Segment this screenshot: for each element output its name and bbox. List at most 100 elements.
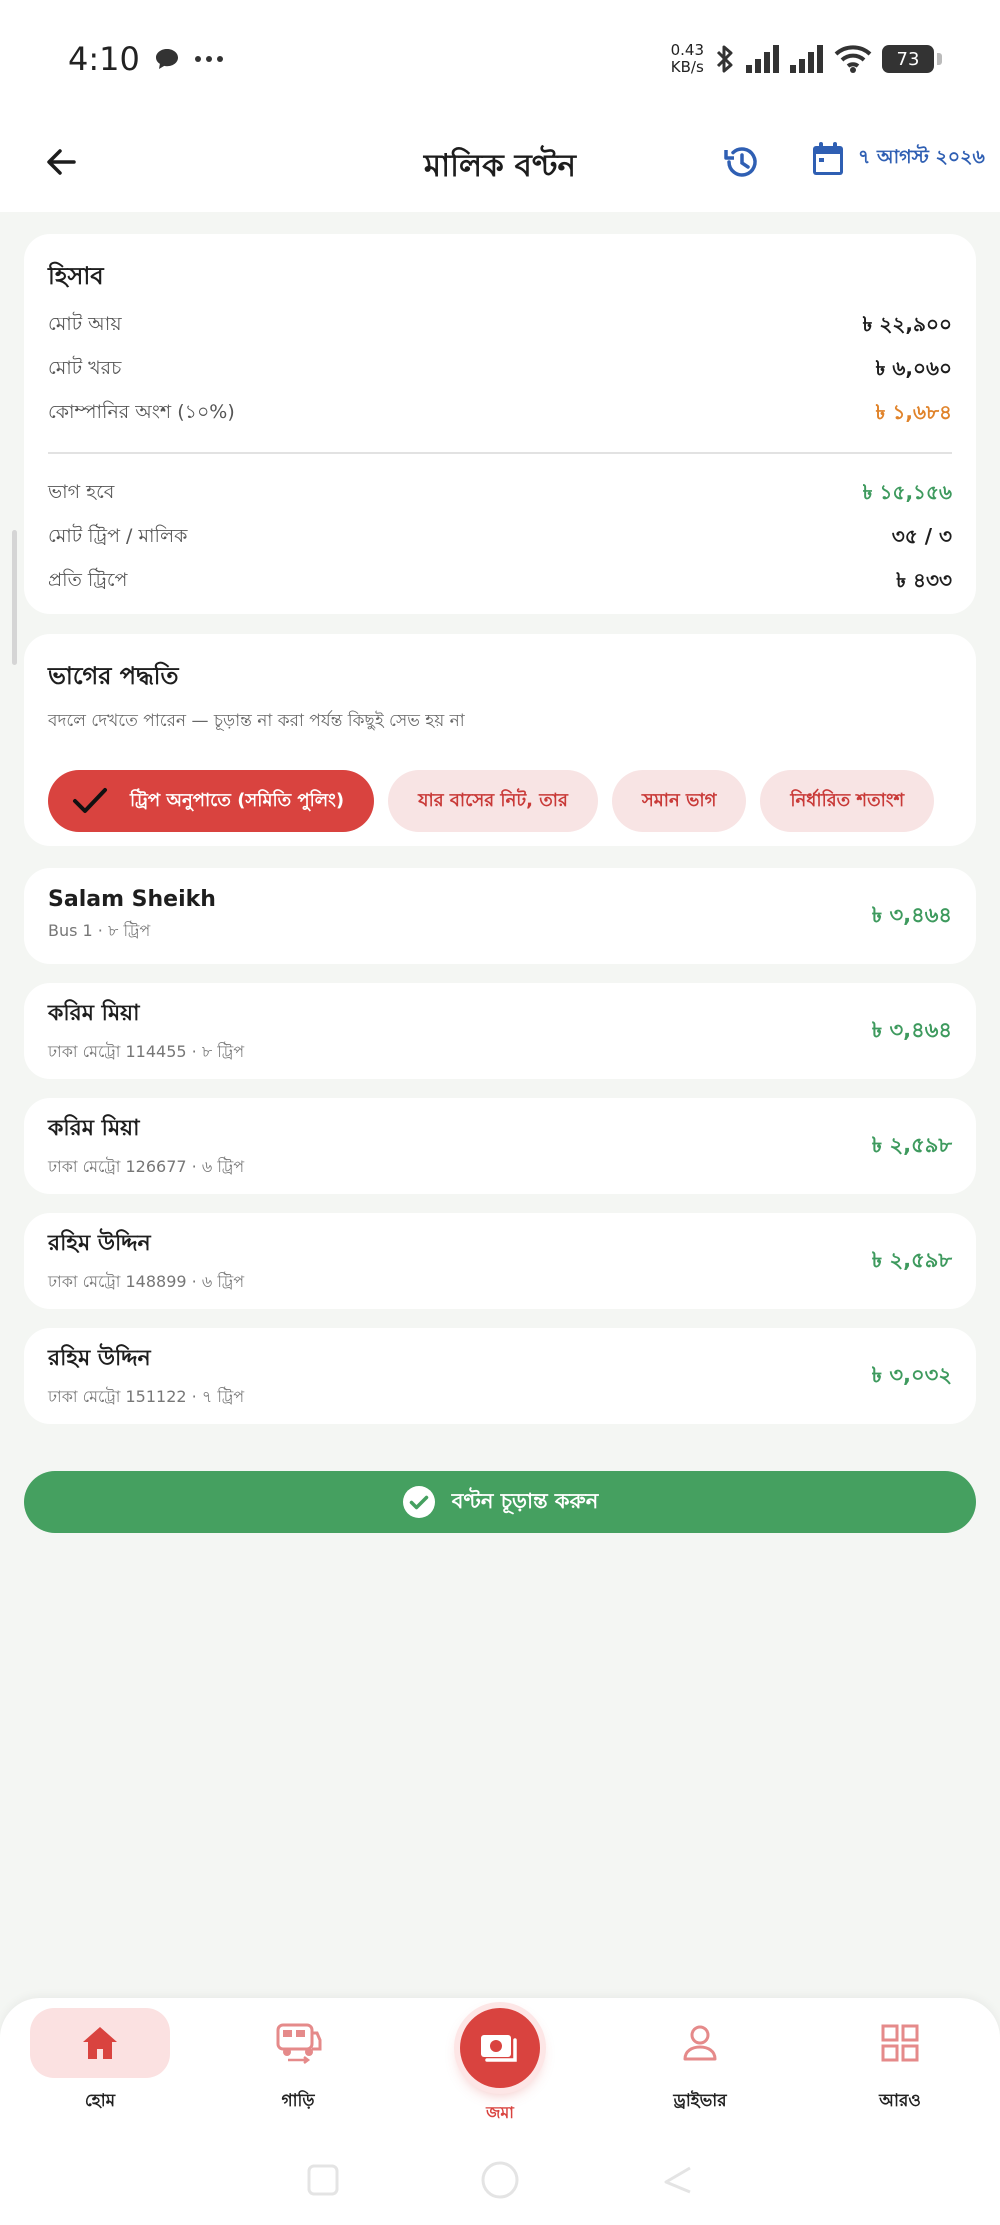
signal-icon <box>746 45 779 73</box>
summary-row-label: প্রতি ট্রিপে <box>48 569 128 591</box>
grid-icon <box>881 2024 919 2062</box>
home-circle-icon[interactable] <box>480 2160 520 2200</box>
nav-label: হোম <box>84 2091 116 2111</box>
signal-icon-2 <box>790 45 823 73</box>
owner-info: রহিম উদ্দিন ঢাকা মেট্রো 148899 · ৬ ট্রিপ <box>48 1226 244 1296</box>
owner-amount: ৳ ২,৫৯৮ <box>871 1132 952 1157</box>
summary-row-label: মোট খরচ <box>48 357 122 379</box>
owner-amount: ৳ ৩,৪৬৪ <box>871 902 952 927</box>
method-option-label: ট্রিপ অনুপাতে (সমিতি পুলিং) <box>130 789 345 811</box>
home-icon <box>83 2027 117 2059</box>
check-icon <box>73 788 107 813</box>
cash-icon <box>481 2035 517 2062</box>
summary-row-value: ৳ ১৫,১৫৬ <box>862 479 952 504</box>
summary-row: মোট আয় ৳ ২২,৯০০ <box>48 304 952 348</box>
confirm-distribution-button[interactable]: বণ্টন চূড়ান্ত করুন <box>24 1471 976 1533</box>
calendar-icon <box>813 142 843 175</box>
method-option-chip[interactable]: নির্ধারিত শতাংশ <box>760 770 935 832</box>
recents-icon[interactable] <box>306 2163 340 2197</box>
summary-rows-bottom: ভাগ হবে ৳ ১৫,১৫৬ মোট ট্রিপ / মালিক ৩৫ / ৩ প্… <box>48 472 952 604</box>
nav-more[interactable]: আরও <box>830 2008 970 2118</box>
summary-divider <box>48 452 952 454</box>
method-option-chip[interactable]: যার বাসের নিট, তার <box>388 770 598 832</box>
bluetooth-icon <box>716 45 733 73</box>
status-time: 4:10 <box>68 40 140 78</box>
summary-row: প্রতি ট্রিপে ৳ ৪৩৩ <box>48 560 952 604</box>
owner-card[interactable]: রহিম উদ্দিন ঢাকা মেট্রো 151122 · ৭ ট্রিপ ৳… <box>24 1328 976 1424</box>
owner-amount: ৳ ৩,৪৬৪ <box>871 1017 952 1042</box>
selected-date: ৭ আগস্ট ২০২৬ <box>858 146 985 168</box>
chat-bubble-icon <box>155 49 178 69</box>
more-dots-icon <box>194 56 223 62</box>
battery-indicator: 73 <box>882 45 942 73</box>
owner-card[interactable]: রহিম উদ্দিন ঢাকা মেট্রো 148899 · ৬ ট্রিপ ৳… <box>24 1213 976 1309</box>
method-options: ট্রিপ অনুপাতে (সমিতি পুলিং) যার বাসের নিট… <box>48 770 952 832</box>
owner-info: Salam Sheikh Bus 1 · ৮ ট্রিপ <box>48 887 216 945</box>
summary-rows-top: মোট আয় ৳ ২২,৯০০ মোট খরচ ৳ ৬,০৬০ কোম্পানির অ… <box>48 304 952 436</box>
owner-name: Salam Sheikh <box>48 887 216 912</box>
owner-info: করিম মিয়া ঢাকা মেট্রো 114455 · ৮ ট্রিপ <box>48 996 244 1066</box>
owner-card[interactable]: করিম মিয়া ঢাকা মেট্রো 126677 · ৬ ট্রিপ ৳ … <box>24 1098 976 1194</box>
owner-meta: ঢাকা মেট্রো 148899 · ৬ ট্রিপ <box>48 1272 245 1291</box>
nav-vehicles[interactable]: গাড়ি <box>228 2008 368 2118</box>
history-button[interactable] <box>720 140 764 184</box>
date-picker-button[interactable]: ৭ আগস্ট ২০২৬ <box>810 140 985 178</box>
arrow-left-icon <box>47 149 76 175</box>
owner-name: করিম মিয়া <box>48 1116 140 1141</box>
net-speed: 0.43 KB/s <box>670 41 704 76</box>
nav-deposit[interactable]: জমা <box>460 2008 540 2127</box>
summary-row-label: মোট আয় <box>48 313 122 335</box>
summary-row-value: ৳ ৬,০৬০ <box>875 355 952 380</box>
history-icon <box>724 147 757 177</box>
app-bar: মালিক বণ্টন ৭ আগস্ট ২০২৬ <box>0 118 1000 212</box>
method-option-chip[interactable]: সমান ভাগ <box>611 770 747 832</box>
summary-row: কোম্পানির অংশ (১০%) ৳ ১,৬৮৪ <box>48 392 952 436</box>
confirm-label: বণ্টন চূড়ান্ত করুন <box>451 1488 599 1513</box>
summary-row-value: ৩৫ / ৩ <box>891 523 952 548</box>
method-option-label: নির্ধারিত শতাংশ <box>790 789 905 811</box>
summary-card: হিসাব মোট আয় ৳ ২২,৯০০ মোট খরচ ৳ ৬,০৬০ কোম্প… <box>24 234 976 614</box>
owner-meta: ঢাকা মেট্রো 126677 · ৬ ট্রিপ <box>48 1157 245 1176</box>
split-method-card: ভাগের পদ্ধতি বদলে দেখতে পারেন — চূড়ান্ত… <box>24 634 976 846</box>
nav-label: ড্রাইভার <box>673 2091 727 2111</box>
method-subtitle: বদলে দেখতে পারেন — চূড়ান্ত না করা পর্যন… <box>48 711 465 731</box>
owner-name: রহিম উদ্দিন <box>48 1346 151 1371</box>
owner-info: রহিম উদ্দিন ঢাকা মেট্রো 151122 · ৭ ট্রিপ <box>48 1341 244 1411</box>
owner-amount: ৳ ৩,০৩২ <box>871 1362 952 1387</box>
summary-row-value: ৳ ২২,৯০০ <box>862 311 952 336</box>
summary-row-label: কোম্পানির অংশ (১০%) <box>48 401 235 423</box>
owner-amount: ৳ ২,৫৯৮ <box>871 1247 952 1272</box>
summary-row-value: ৳ ৪৩৩ <box>896 567 952 592</box>
nav-home[interactable]: হোম <box>30 2008 170 2118</box>
summary-row: মোট ট্রিপ / মালিক ৩৫ / ৩ <box>48 516 952 560</box>
owner-name: করিম মিয়া <box>48 1001 140 1026</box>
back-button[interactable] <box>40 140 84 184</box>
method-option-label: সমান ভাগ <box>641 789 717 811</box>
scroll-indicator <box>12 530 17 665</box>
system-navigation <box>0 2135 1000 2225</box>
summary-row-label: মোট ট্রিপ / মালিক <box>48 525 188 547</box>
owner-info: করিম মিয়া ঢাকা মেট্রো 126677 · ৬ ট্রিপ <box>48 1111 244 1181</box>
method-title: ভাগের পদ্ধতি <box>48 662 179 690</box>
owner-meta: Bus 1 · ৮ ট্রিপ <box>48 921 151 940</box>
method-option-chip[interactable]: ট্রিপ অনুপাতে (সমিতি পুলিং) <box>48 770 375 832</box>
summary-row: ভাগ হবে ৳ ১৫,১৫৬ <box>48 472 952 516</box>
wifi-icon <box>834 45 872 73</box>
nav-label: আরও <box>879 2091 921 2111</box>
owner-meta: ঢাকা মেট্রো 151122 · ৭ ট্রিপ <box>48 1387 245 1406</box>
bus-icon <box>276 2023 322 2064</box>
summary-row-value: ৳ ১,৬৮৪ <box>875 399 952 424</box>
person-icon <box>683 2025 717 2061</box>
nav-label: গাড়ি <box>281 2091 315 2111</box>
owner-name: রহিম উদ্দিন <box>48 1231 151 1256</box>
summary-row-label: ভাগ হবে <box>48 481 115 503</box>
summary-title: হিসাব <box>48 262 104 290</box>
owner-card[interactable]: করিম মিয়া ঢাকা মেট্রো 114455 · ৮ ট্রিপ ৳ … <box>24 983 976 1079</box>
summary-row: মোট খরচ ৳ ৬,০৬০ <box>48 348 952 392</box>
method-option-label: যার বাসের নিট, তার <box>418 789 568 811</box>
owner-meta: ঢাকা মেট্রো 114455 · ৮ ট্রিপ <box>48 1042 245 1061</box>
nav-driver[interactable]: ড্রাইভার <box>630 2008 770 2118</box>
owner-card[interactable]: Salam Sheikh Bus 1 · ৮ ট্রিপ ৳ ৩,৪৬৪ <box>24 868 976 964</box>
nav-label: জমা <box>486 2103 514 2122</box>
back-triangle-icon[interactable] <box>660 2163 694 2197</box>
